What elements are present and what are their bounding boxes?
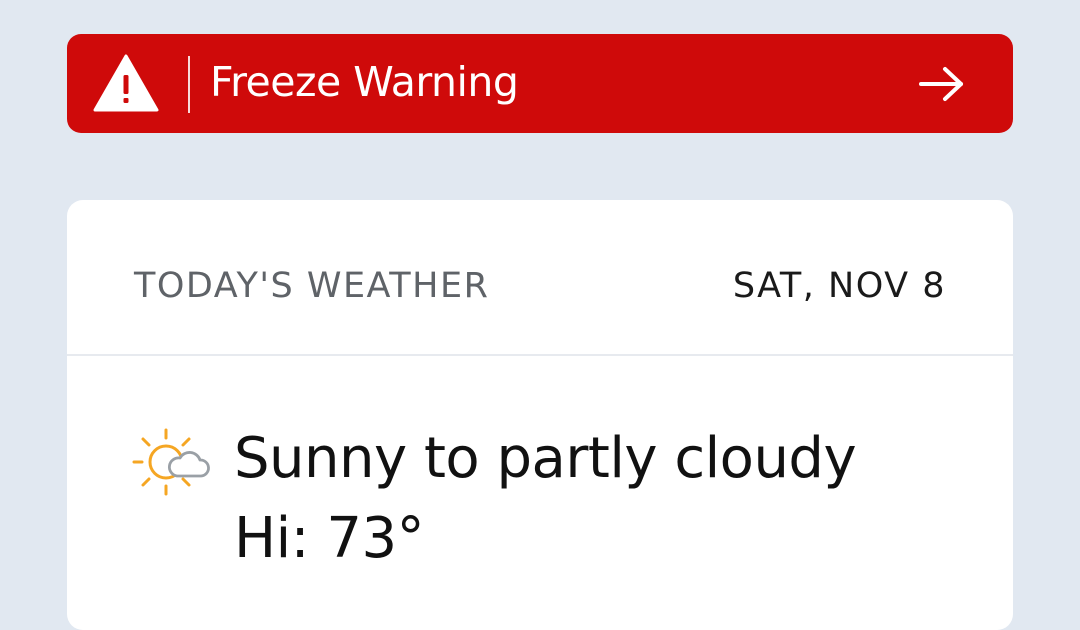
weather-condition: Sunny to partly cloudy bbox=[234, 426, 857, 491]
alert-divider bbox=[188, 56, 190, 113]
todays-weather-card: TODAY'S WEATHER SAT, NOV 8 Sunny to part… bbox=[67, 200, 1013, 630]
high-temperature: Hi: 73° bbox=[234, 506, 425, 571]
weather-date: SAT, NOV 8 bbox=[732, 266, 946, 306]
freeze-warning-alert[interactable]: Freeze Warning bbox=[67, 34, 1013, 133]
card-header: TODAY'S WEATHER SAT, NOV 8 bbox=[67, 200, 1013, 356]
sun-cloud-icon bbox=[132, 428, 210, 496]
card-heading: TODAY'S WEATHER bbox=[134, 266, 490, 306]
arrow-right-icon[interactable] bbox=[918, 65, 966, 103]
warning-triangle-icon bbox=[93, 54, 159, 112]
alert-title: Freeze Warning bbox=[210, 58, 519, 106]
